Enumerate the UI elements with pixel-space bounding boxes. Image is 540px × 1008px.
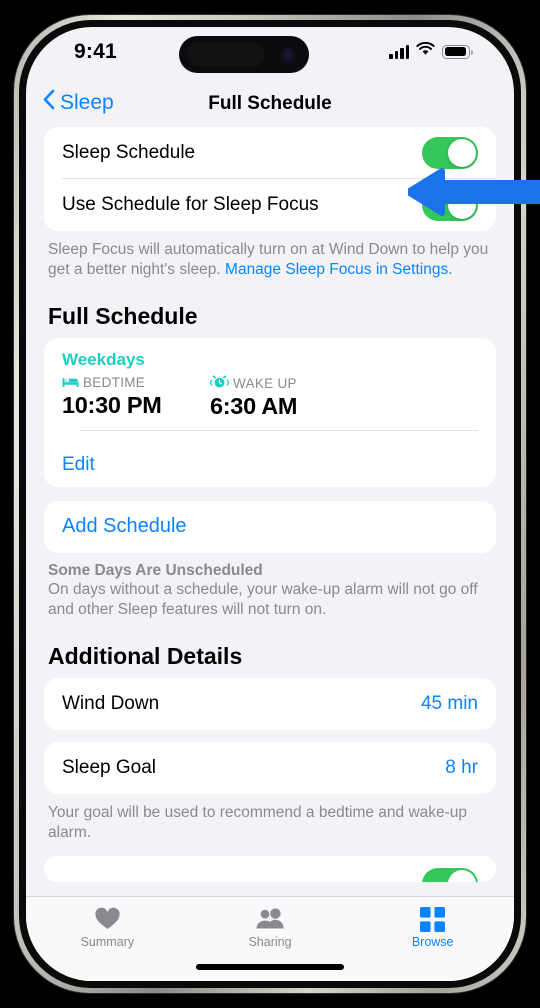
tab-browse[interactable]: Browse bbox=[351, 897, 514, 981]
wind-down-card: Wind Down 45 min bbox=[44, 677, 496, 730]
phone-screen: 9:41 Sleep Full Schedule Sleep Schedule … bbox=[26, 27, 514, 981]
bedtime-head: BEDTIME bbox=[62, 375, 210, 391]
wakeup-label: WAKE UP bbox=[233, 375, 297, 391]
wakeup-block: WAKE UP 6:30 AM bbox=[210, 375, 358, 420]
sleep-toggles-card: Sleep Schedule Use Schedule for Sleep Fo… bbox=[44, 127, 496, 231]
add-schedule-button[interactable]: Add Schedule bbox=[44, 501, 496, 553]
island-pill bbox=[187, 42, 265, 67]
weekdays-schedule-card: Weekdays BEDTIME 10:30 PM WAKE UP 6:30 A… bbox=[44, 337, 496, 487]
alarm-clock-icon bbox=[210, 375, 229, 392]
row-wind-down[interactable]: Wind Down 45 min bbox=[44, 678, 496, 730]
row-sleep-goal[interactable]: Sleep Goal 8 hr bbox=[44, 742, 496, 794]
partially-visible-row-card[interactable] bbox=[44, 855, 496, 882]
bedtime-label: BEDTIME bbox=[83, 375, 146, 391]
wakeup-value: 6:30 AM bbox=[210, 392, 298, 419]
heart-icon bbox=[94, 906, 121, 932]
status-bar-icons bbox=[389, 41, 473, 61]
use-schedule-focus-label: Use Schedule for Sleep Focus bbox=[62, 194, 319, 215]
tab-summary-label: Summary bbox=[80, 935, 135, 949]
row-sleep-schedule[interactable]: Sleep Schedule bbox=[44, 127, 496, 179]
sleep-goal-footer: Your goal will be used to recommend a be… bbox=[48, 803, 468, 842]
home-indicator bbox=[196, 964, 344, 970]
use-schedule-focus-toggle[interactable] bbox=[422, 189, 478, 221]
schedule-times: BEDTIME 10:30 PM WAKE UP 6:30 AM bbox=[62, 375, 478, 420]
sleep-goal-label: Sleep Goal bbox=[62, 756, 157, 778]
partially-visible-toggle[interactable] bbox=[422, 867, 478, 882]
toggle-knob bbox=[448, 869, 476, 882]
toggle-knob bbox=[448, 139, 476, 167]
additional-details-section-title: Additional Details bbox=[48, 642, 243, 669]
sleep-schedule-toggle[interactable] bbox=[422, 137, 478, 169]
sleep-goal-card: Sleep Goal 8 hr bbox=[44, 741, 496, 794]
schedule-divider bbox=[80, 429, 478, 431]
status-bar: 9:41 bbox=[26, 27, 514, 83]
edit-schedule-button[interactable]: Edit bbox=[44, 443, 496, 487]
front-camera-icon bbox=[279, 45, 297, 64]
sleep-schedule-label: Sleep Schedule bbox=[62, 142, 196, 163]
sleep-focus-footer: Sleep Focus will automatically turn on a… bbox=[48, 240, 492, 281]
grid-icon bbox=[420, 906, 446, 932]
wifi-icon bbox=[416, 41, 435, 61]
status-bar-time: 9:41 bbox=[74, 40, 117, 63]
add-schedule-card: Add Schedule bbox=[44, 500, 496, 553]
wind-down-value: 45 min bbox=[420, 692, 478, 714]
sleep-goal-value: 8 hr bbox=[445, 756, 478, 778]
cellular-signal-icon bbox=[389, 44, 409, 59]
schedule-days-label: Weekdays bbox=[62, 349, 145, 369]
row-use-schedule-for-sleep-focus[interactable]: Use Schedule for Sleep Focus bbox=[44, 179, 496, 231]
navigation-bar: Sleep Full Schedule bbox=[26, 83, 514, 127]
full-schedule-section-title: Full Schedule bbox=[48, 302, 198, 329]
dynamic-island bbox=[179, 36, 309, 73]
bedtime-block: BEDTIME 10:30 PM bbox=[62, 375, 210, 420]
schedule-body: Weekdays BEDTIME 10:30 PM WAKE UP 6:30 A… bbox=[44, 338, 496, 443]
tab-browse-label: Browse bbox=[411, 935, 454, 949]
battery-icon bbox=[442, 44, 473, 59]
screenshot-stage: 9:41 Sleep Full Schedule Sleep Schedule … bbox=[0, 0, 540, 1008]
toggle-knob bbox=[448, 191, 476, 219]
wakeup-head: WAKE UP bbox=[210, 375, 358, 392]
people-icon bbox=[255, 906, 285, 932]
bed-icon bbox=[62, 375, 79, 391]
unscheduled-title: Some Days Are Unscheduled bbox=[48, 561, 263, 579]
tab-summary[interactable]: Summary bbox=[26, 897, 189, 981]
manage-sleep-focus-link[interactable]: Manage Sleep Focus in Settings. bbox=[225, 261, 452, 278]
unscheduled-description: On days without a schedule, your wake-up… bbox=[48, 580, 478, 619]
page-title: Full Schedule bbox=[208, 93, 332, 114]
wind-down-label: Wind Down bbox=[62, 692, 160, 714]
tab-sharing-label: Sharing bbox=[248, 935, 292, 949]
settings-scroll-content[interactable]: Sleep Schedule Use Schedule for Sleep Fo… bbox=[26, 127, 514, 981]
bedtime-value: 10:30 PM bbox=[62, 391, 162, 418]
